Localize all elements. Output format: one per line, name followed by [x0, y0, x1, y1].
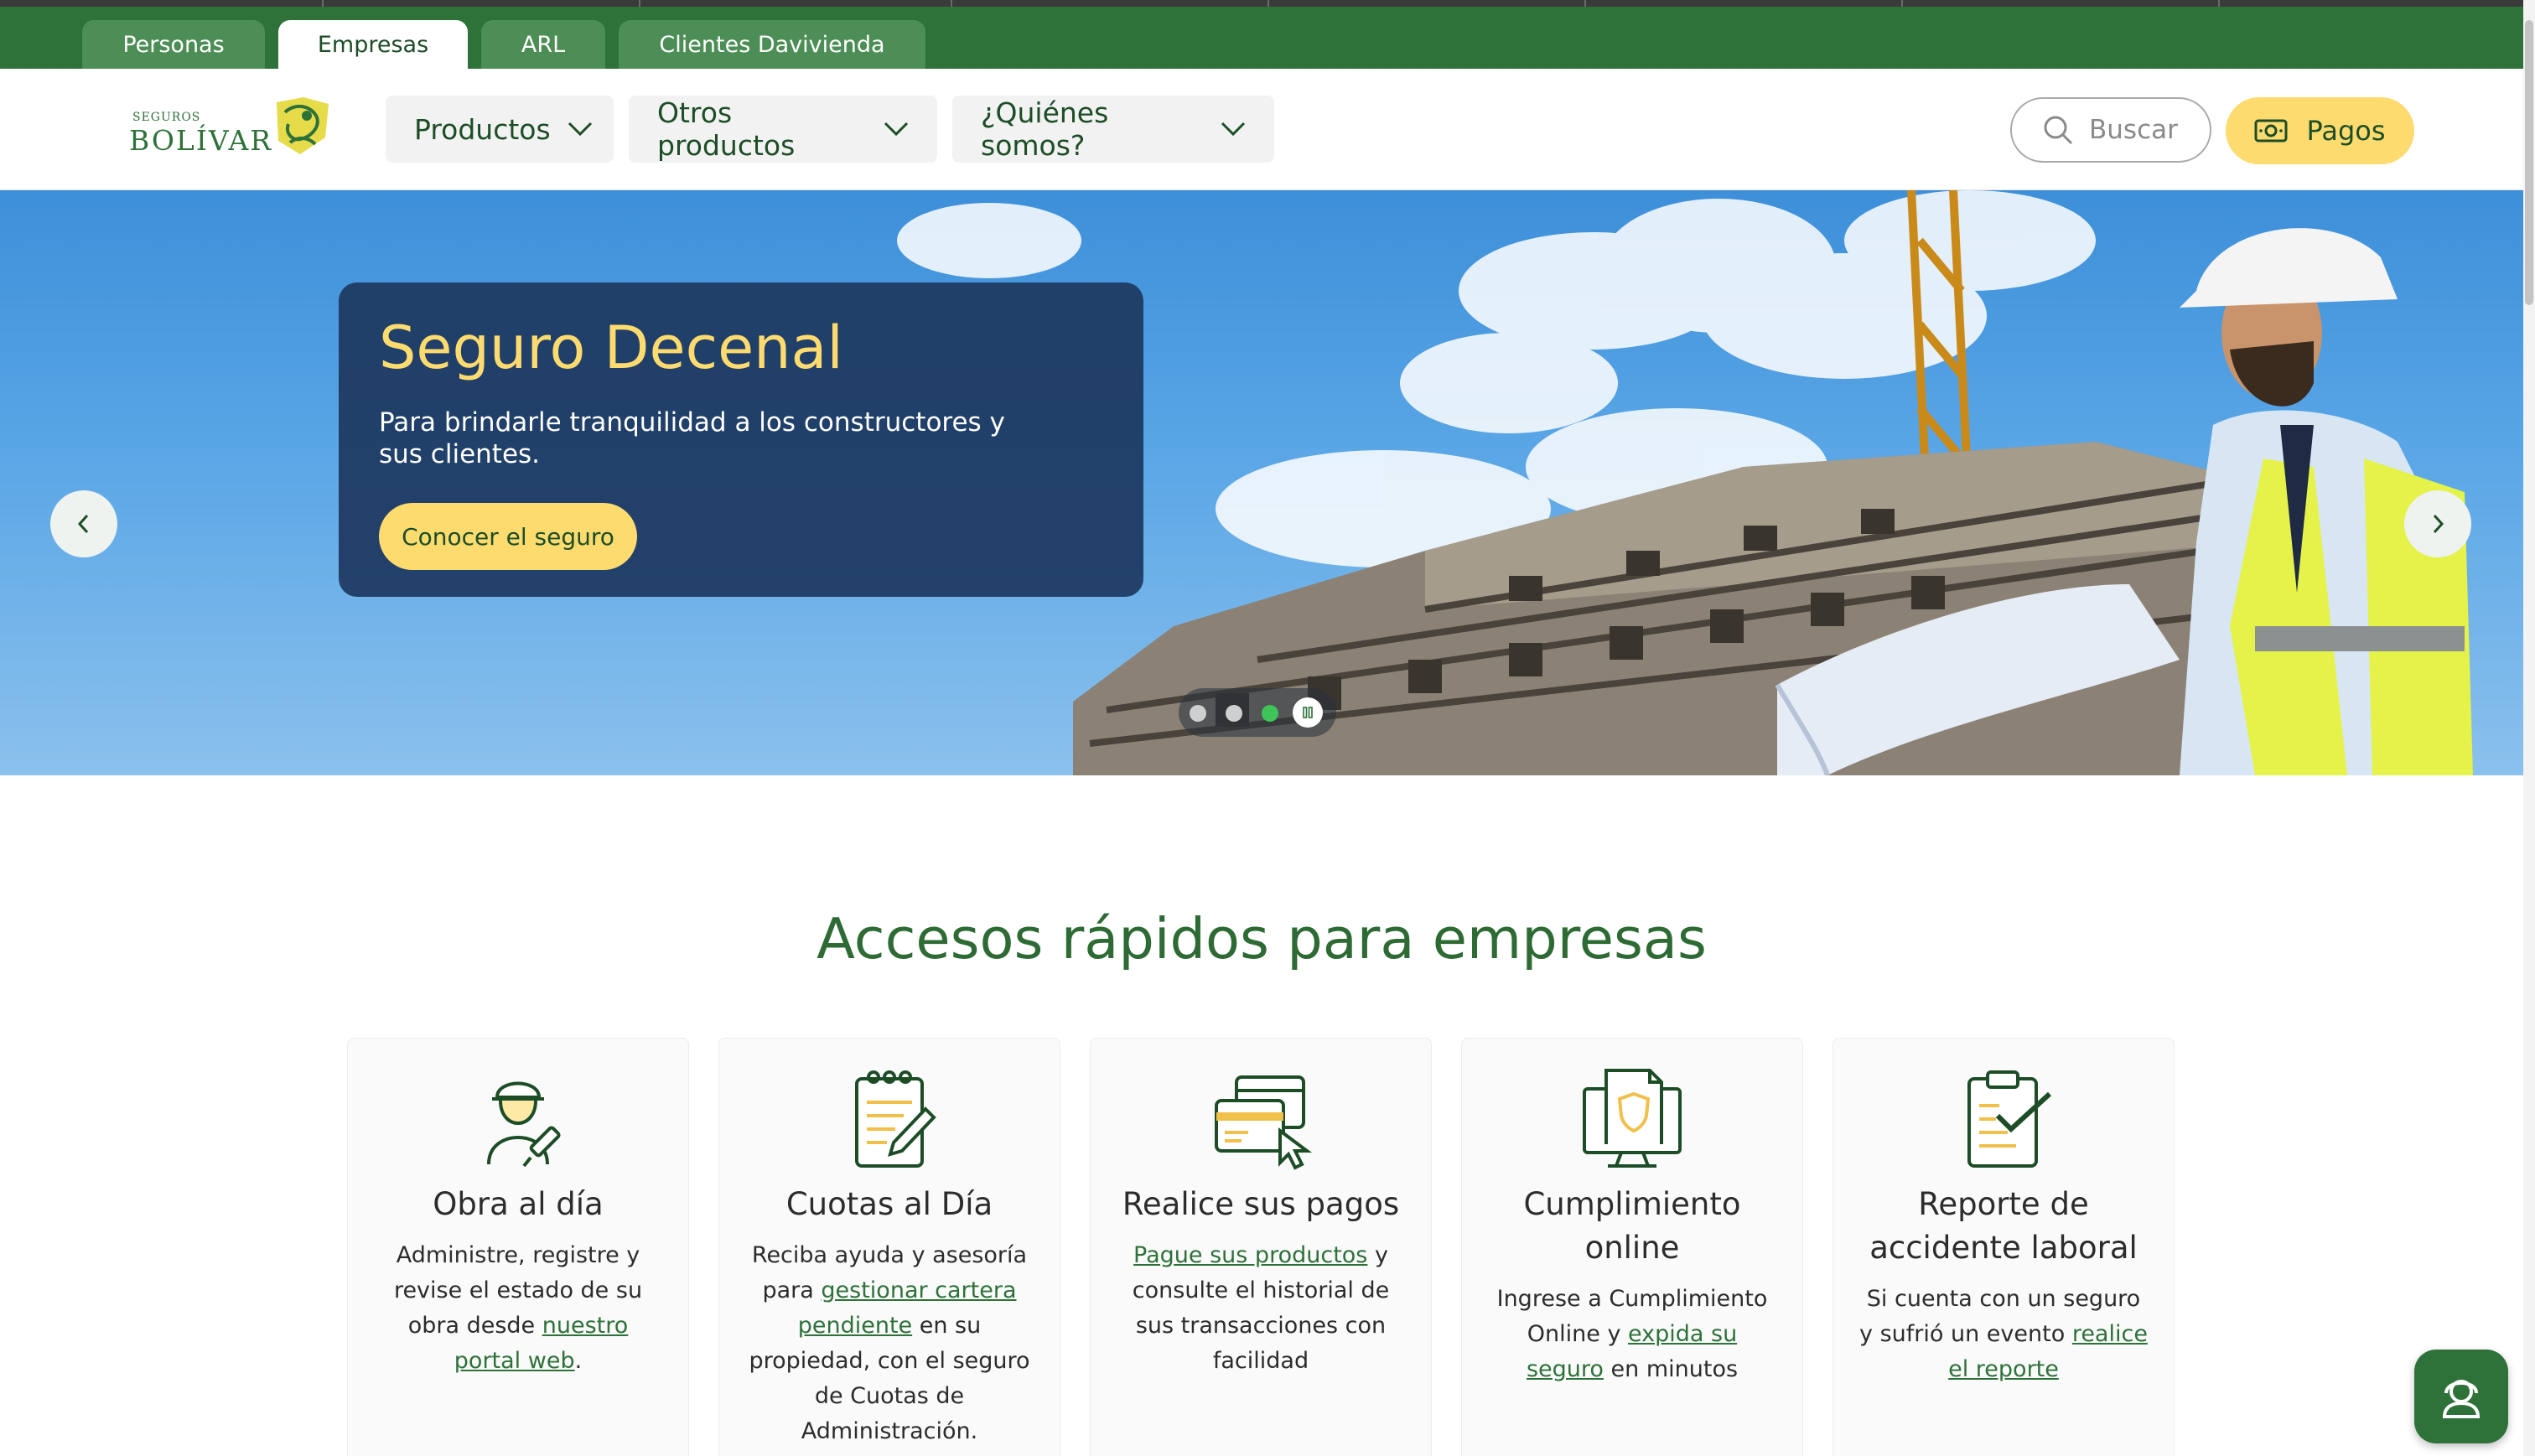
card-link[interactable]: gestionar cartera pendiente	[798, 1277, 1017, 1339]
card-description: Reciba ayuda y asesoría para gestionar c…	[743, 1238, 1036, 1449]
carousel-dot[interactable]	[1190, 705, 1206, 722]
card-title: Cuotas al Día	[785, 1186, 993, 1222]
nav-otros-productos[interactable]: Otros productos	[629, 96, 937, 163]
card-description: Si cuenta con un seguro y sufrió un even…	[1857, 1282, 2150, 1387]
card-text: en minutos	[1603, 1356, 1739, 1382]
segment-tab-personas[interactable]: Personas	[82, 20, 265, 69]
monitor-shield-icon	[1583, 1069, 1682, 1168]
chevron-right-icon	[2433, 514, 2444, 534]
card-text: .	[574, 1348, 583, 1374]
hero-title: Seguro Decenal	[379, 313, 843, 382]
logo-small-text: SEGUROS	[132, 111, 201, 124]
card-title: Cumplimiento online	[1523, 1186, 1741, 1266]
nav-productos-label: Productos	[414, 112, 551, 146]
search-icon	[2044, 116, 2073, 145]
nav-productos[interactable]: Productos	[386, 96, 614, 163]
carousel-dot-active[interactable]	[1262, 705, 1278, 722]
quick-access-card-obra-al-dia[interactable]: Obra al día Administre, registre y revis…	[347, 1038, 689, 1456]
card-title: Realice sus pagos	[1122, 1186, 1400, 1222]
search-placeholder: Buscar	[2089, 115, 2178, 145]
quick-access-card-cuotas-al-dia[interactable]: Cuotas al Día Reciba ayuda y asesoría pa…	[718, 1038, 1060, 1456]
cash-icon	[2254, 119, 2288, 142]
conocer-seguro-button[interactable]: Conocer el seguro	[379, 503, 637, 570]
segment-tab-arl[interactable]: ARL	[481, 20, 605, 69]
nav-otros-productos-label: Otros productos	[657, 96, 796, 162]
chevron-left-icon	[77, 514, 89, 534]
card-title: Reporte de accidente laboral	[1869, 1186, 2138, 1266]
carousel-prev-button[interactable]	[50, 490, 117, 557]
bolivar-emblem-icon	[277, 97, 329, 154]
card-description: Administre, registre y revise el estado …	[371, 1238, 665, 1379]
search-input[interactable]: Buscar	[2010, 97, 2211, 163]
segment-tab-clientes-davivienda[interactable]: Clientes Davivienda	[619, 20, 925, 69]
support-agent-icon	[2442, 1380, 2481, 1418]
chevron-down-icon	[568, 122, 592, 137]
notepad-pencil-icon	[855, 1070, 936, 1168]
carousel-next-button[interactable]	[2404, 490, 2471, 557]
carousel-dot[interactable]	[1226, 705, 1242, 722]
nav-quienes-somos[interactable]: ¿Quiénes somos?	[952, 96, 1274, 163]
nav-quienes-somos-label: ¿Quiénes somos?	[981, 96, 1109, 162]
seguros-bolivar-logo[interactable]: SEGUROS BOLÍVAR	[129, 94, 339, 169]
chat-support-button[interactable]	[2414, 1350, 2508, 1443]
pagos-button[interactable]: Pagos	[2226, 97, 2414, 164]
clipboard-check-icon	[1967, 1070, 2052, 1168]
card-description: Pague sus productos y consulte el histor…	[1114, 1238, 1407, 1379]
quick-access-card-cumplimiento-online[interactable]: Cumplimiento online Ingrese a Cumplimien…	[1461, 1038, 1803, 1456]
card-link[interactable]: Pague sus productos	[1133, 1242, 1367, 1268]
quick-access-card-reporte-accidente[interactable]: Reporte de accidente laboral Si cuenta c…	[1833, 1038, 2175, 1456]
pagos-label: Pagos	[2306, 115, 2386, 147]
logo-big-text: BOLÍVAR	[129, 124, 273, 157]
construction-worker-icon	[487, 1081, 561, 1168]
carousel-pagination	[1179, 688, 1336, 737]
segment-bar: Personas Empresas ARL Clientes Daviviend…	[0, 7, 2523, 69]
pause-icon	[1303, 707, 1313, 718]
quick-access-card-realice-sus-pagos[interactable]: Realice sus pagos Pague sus productos y …	[1090, 1038, 1432, 1456]
main-header: SEGUROS BOLÍVAR Productos Otros producto…	[0, 69, 2523, 190]
chevron-down-icon	[884, 122, 909, 137]
carousel-pause-button[interactable]	[1293, 697, 1323, 728]
card-description: Ingrese a Cumplimiento Online y expida s…	[1485, 1282, 1779, 1387]
segment-tab-empresas[interactable]: Empresas	[278, 20, 468, 69]
browser-top-strip	[0, 0, 2535, 7]
page-scrollbar-thumb[interactable]	[2525, 20, 2533, 305]
quick-access-title: Accesos rápidos para empresas	[816, 906, 1707, 972]
payment-cards-icon	[1215, 1075, 1312, 1170]
chevron-down-icon	[1221, 122, 1246, 137]
hero-carousel: Seguro Decenal Para brindarle tranquilid…	[0, 190, 2523, 775]
hero-card: Seguro Decenal Para brindarle tranquilid…	[339, 282, 1143, 597]
hero-description: Para brindarle tranquilidad a los constr…	[379, 407, 1005, 469]
card-title: Obra al día	[433, 1186, 604, 1222]
